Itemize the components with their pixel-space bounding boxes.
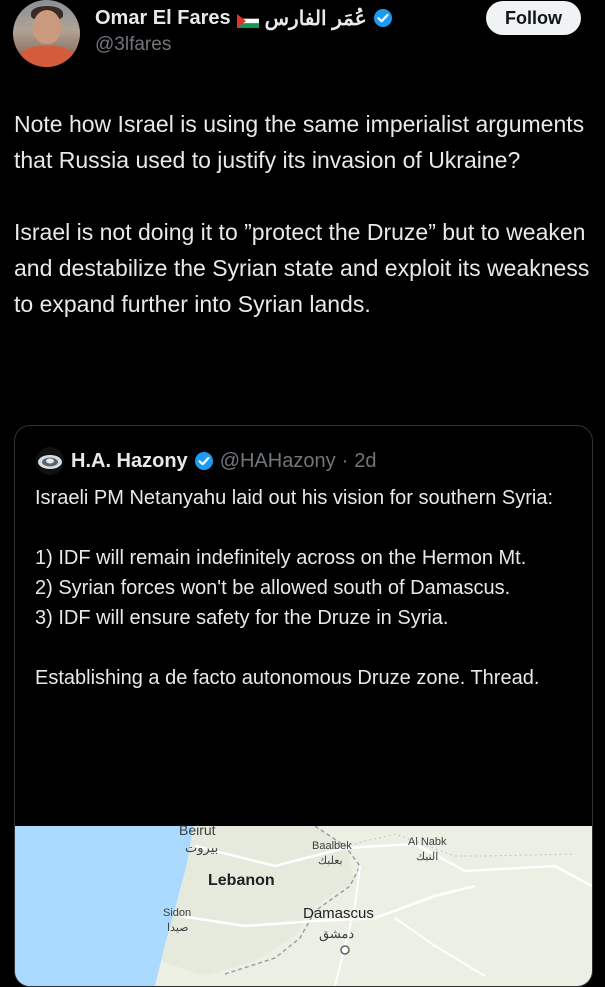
avatar-face [33, 10, 61, 44]
follow-button[interactable]: Follow [486, 1, 581, 35]
map-image[interactable]: Beirut بيروت Lebanon Sidon صيدا Baalbek … [15, 822, 592, 986]
quoted-paragraph: Establishing a de facto autonomous Druze… [35, 667, 540, 689]
tweet-paragraph: Note how Israel is using the same imperi… [14, 111, 585, 173]
map-label-baalbek: Baalbek [312, 840, 352, 852]
avatar-shirt [19, 46, 75, 67]
palestine-flag-icon [236, 11, 259, 28]
author-arabic-name: عُمَر الفارس [264, 7, 367, 30]
map-label-sidon-ar: صيدا [167, 922, 189, 934]
map-label-lebanon: Lebanon [208, 872, 275, 889]
quoted-paragraph: Israeli PM Netanyahu laid out his vision… [35, 487, 554, 509]
verified-badge-icon [194, 451, 214, 471]
map-label-al-nabk-ar: النبك [416, 851, 439, 863]
quoted-author-name[interactable]: H.A. Hazony [71, 450, 188, 473]
quoted-tweet-card[interactable]: H.A. Hazony @HAHazony · 2d Israeli PM Ne… [14, 425, 593, 987]
quoted-timestamp[interactable]: 2d [354, 450, 376, 473]
quoted-author-handle[interactable]: @HAHazony [220, 450, 336, 473]
quoted-tweet-header: H.A. Hazony @HAHazony · 2d [35, 446, 377, 476]
author-name-row[interactable]: Omar El Fares عُمَر الفارس [95, 4, 393, 32]
map-label-sidon: Sidon [163, 907, 192, 919]
verified-badge-icon [373, 8, 393, 28]
map-label-al-nabk: Al Nabk [408, 836, 447, 848]
map-label-damascus: Damascus [303, 905, 374, 922]
author-handle[interactable]: @3lfares [95, 34, 171, 56]
map-label-beirut: Beirut [179, 822, 216, 838]
tweet-paragraph: Israel is not doing it to ”protect the D… [14, 219, 590, 317]
tweet-body: Note how Israel is using the same imperi… [14, 106, 594, 322]
separator-dot: · [341, 449, 349, 472]
map-label-beirut-ar: بيروت [185, 840, 219, 855]
quoted-author-avatar[interactable] [35, 446, 65, 476]
quoted-tweet-body: Israeli PM Netanyahu laid out his vision… [35, 483, 575, 693]
author-avatar[interactable] [13, 0, 80, 67]
tweet-header: Omar El Fares عُمَر الفارس @3lfares Foll… [0, 0, 605, 80]
map-label-baalbek-ar: بعلبك [318, 855, 343, 867]
map-label-damascus-ar: دمشق [319, 926, 355, 941]
quoted-paragraph: 1) IDF will remain indefinitely across o… [35, 547, 527, 629]
author-name[interactable]: Omar El Fares [95, 7, 231, 30]
